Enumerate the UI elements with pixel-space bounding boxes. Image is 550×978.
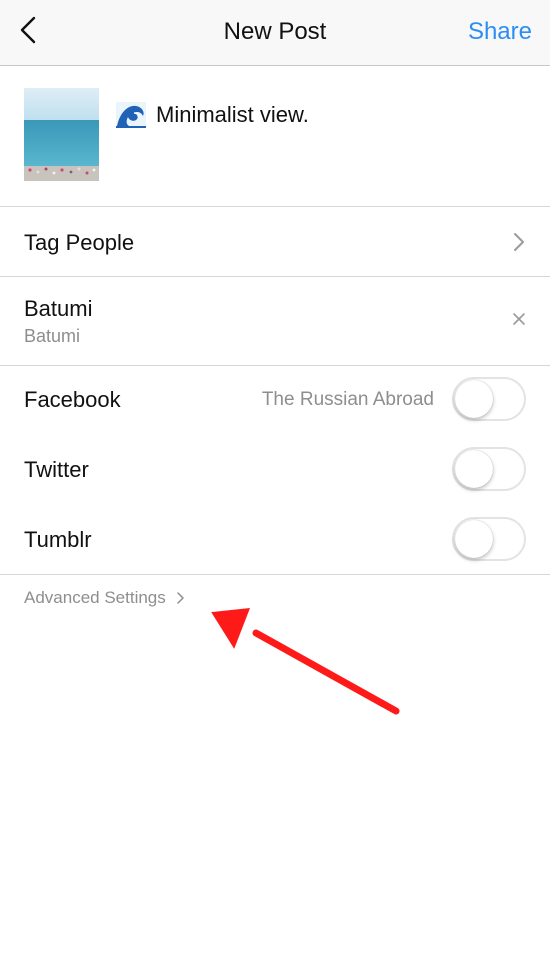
location-row[interactable]: Batumi Batumi [0,277,550,366]
post-thumbnail[interactable] [24,88,99,181]
caption-text[interactable]: Minimalist view. [116,102,309,128]
facebook-account[interactable]: The Russian Abroad [262,389,434,411]
twitter-label: Twitter [24,457,89,482]
chevron-right-icon [177,592,184,604]
close-icon[interactable] [510,310,528,328]
chevron-right-icon [514,233,524,251]
toggle-knob [455,520,493,558]
toggle-knob [455,450,493,488]
toggle-knob [455,380,493,418]
post-preview: Minimalist view. [0,66,550,207]
share-button[interactable]: Share [468,18,532,46]
twitter-toggle[interactable] [452,447,526,491]
tumblr-toggle[interactable] [452,517,526,561]
caption-label: Minimalist view. [156,102,309,127]
water-wave-emoji-icon [116,102,146,128]
tumblr-label: Tumblr [24,527,92,552]
location-title: Batumi [24,296,93,321]
nav-bar: New Post Share [0,0,550,66]
share-facebook-row: Facebook The Russian Abroad [0,366,550,436]
advanced-settings-label: Advanced Settings [24,588,166,607]
advanced-settings-link[interactable]: Advanced Settings [24,588,185,608]
facebook-label: Facebook [24,387,121,412]
location-subtitle: Batumi [24,326,81,346]
share-tumblr-row: Tumblr [0,506,550,575]
share-twitter-row: Twitter [0,436,550,506]
facebook-toggle[interactable] [452,377,526,421]
tag-people-row[interactable]: Tag People [0,207,550,277]
tag-people-label: Tag People [24,230,135,255]
